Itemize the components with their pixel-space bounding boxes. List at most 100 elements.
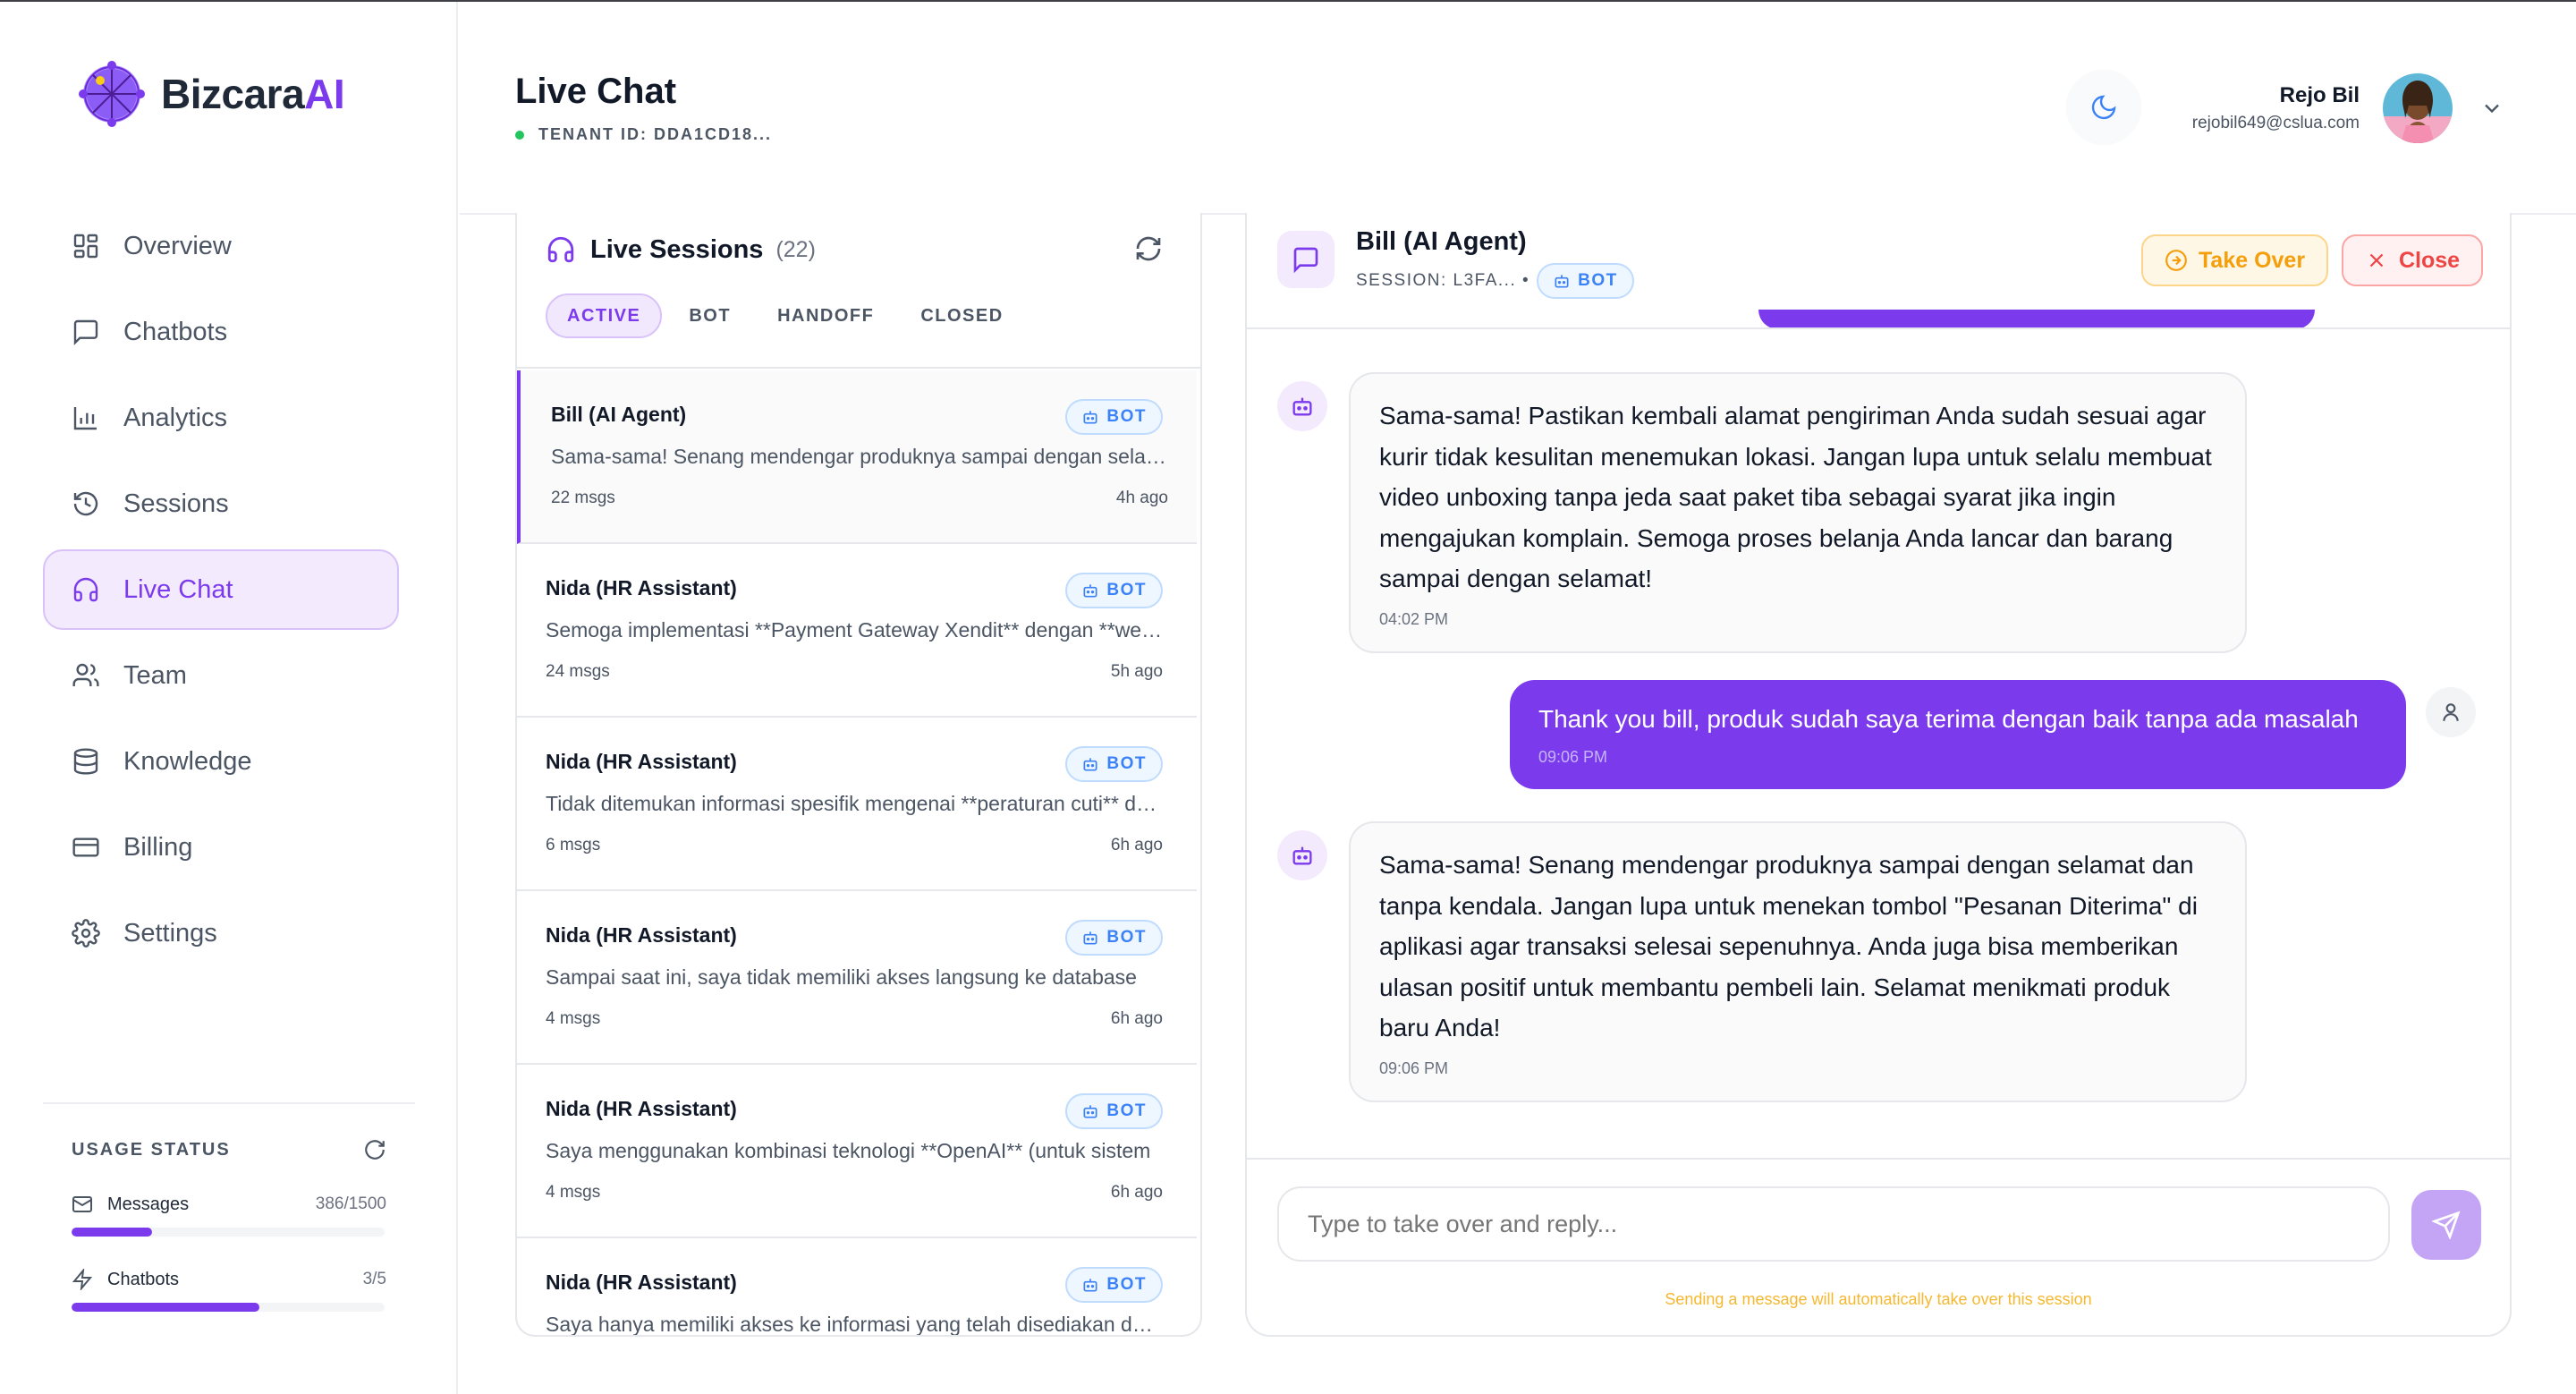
usage-messages: Messages 386/1500 bbox=[72, 1194, 386, 1237]
filter-active[interactable]: ACTIVE bbox=[546, 293, 663, 338]
usage-status: USAGE STATUS Messages 386/1500 Chatbots … bbox=[43, 1102, 415, 1312]
gear-icon bbox=[72, 919, 100, 948]
sidebar-item-settings[interactable]: Settings bbox=[43, 893, 399, 973]
sidebar-nav: Overview Chatbots Analytics Sessions Liv… bbox=[43, 206, 399, 979]
session-item[interactable]: Nida (HR Assistant) BOT Semoga implement… bbox=[517, 544, 1197, 718]
sessions-count: (22) bbox=[775, 236, 816, 262]
history-icon bbox=[73, 491, 98, 516]
bot-badge: BOT bbox=[1065, 573, 1163, 608]
sidebar: BizcaraAI Overview Chatbots Analytics Se… bbox=[0, 2, 458, 1394]
send-button[interactable] bbox=[2411, 1190, 2481, 1260]
takeover-hint: Sending a message will automatically tak… bbox=[1665, 1290, 2092, 1308]
bot-badge: BOT bbox=[1065, 1267, 1163, 1303]
message-text: Sama-sama! Senang mendengar produknya sa… bbox=[1379, 851, 2198, 1041]
bot-icon bbox=[1292, 846, 1312, 865]
tenant-id-text: TENANT ID: DDA1CD18... bbox=[538, 125, 773, 143]
filter-closed[interactable]: CLOSED bbox=[901, 293, 1022, 338]
bot-message: Sama-sama! Senang mendengar produknya sa… bbox=[1349, 821, 2247, 1102]
session-snippet: Tidak ditemukan informasi spesifik menge… bbox=[546, 792, 1163, 815]
refresh-icon[interactable] bbox=[1134, 234, 1163, 263]
usage-messages-count: 386/1500 bbox=[315, 1194, 386, 1213]
sidebar-item-overview[interactable]: Overview bbox=[43, 206, 399, 286]
session-id: SESSION: L3FA... • BOT bbox=[1356, 263, 1634, 299]
sidebar-item-analytics[interactable]: Analytics bbox=[43, 378, 399, 458]
session-item[interactable]: Nida (HR Assistant) BOT Saya menggunakan… bbox=[517, 1065, 1197, 1238]
bar-chart-icon bbox=[73, 407, 97, 430]
usage-messages-label: Messages bbox=[107, 1194, 190, 1214]
bot-badge: BOT bbox=[1065, 746, 1163, 782]
take-over-button[interactable]: Take Over bbox=[2141, 234, 2329, 286]
session-filters: ACTIVE BOT HANDOFF CLOSED bbox=[546, 293, 1030, 338]
message-square-icon bbox=[73, 319, 98, 345]
brand-logo[interactable]: BizcaraAI bbox=[75, 57, 345, 131]
usage-title: USAGE STATUS bbox=[72, 1139, 231, 1160]
sidebar-item-label: Knowledge bbox=[123, 746, 252, 776]
sidebar-item-label: Overview bbox=[123, 231, 232, 260]
users-icon bbox=[72, 663, 99, 686]
session-item[interactable]: Nida (HR Assistant) BOT Saya hanya memil… bbox=[517, 1238, 1197, 1335]
bot-badge: BOT bbox=[1065, 399, 1163, 435]
online-dot bbox=[515, 130, 524, 140]
message-square-icon bbox=[1293, 247, 1318, 274]
user-menu[interactable]: Rejo Bil rejobil649@cslua.com bbox=[2192, 73, 2504, 143]
session-item[interactable]: Bill (AI Agent) BOT Sama-sama! Senang me… bbox=[517, 370, 1197, 544]
session-item[interactable]: Nida (HR Assistant) BOT Sampai saat ini,… bbox=[517, 891, 1197, 1065]
session-time: 6h ago bbox=[1110, 1009, 1163, 1028]
sidebar-item-knowledge[interactable]: Knowledge bbox=[43, 721, 399, 802]
sidebar-item-team[interactable]: Team bbox=[43, 635, 399, 716]
sidebar-item-chatbots[interactable]: Chatbots bbox=[43, 292, 399, 372]
message-text: Sama-sama! Pastikan kembali alamat pengi… bbox=[1379, 402, 2212, 592]
brand-name: BizcaraAI bbox=[161, 71, 345, 117]
session-time: 4h ago bbox=[1115, 489, 1168, 507]
send-icon bbox=[2432, 1211, 2461, 1239]
session-item[interactable]: Nida (HR Assistant) BOT Tidak ditemukan … bbox=[517, 718, 1197, 891]
session-snippet: Semoga implementasi **Payment Gateway Xe… bbox=[546, 618, 1163, 642]
usage-chatbots-label: Chatbots bbox=[107, 1269, 180, 1289]
session-msg-count: 6 msgs bbox=[546, 836, 601, 854]
user-icon bbox=[2443, 703, 2459, 721]
bot-icon bbox=[1555, 275, 1569, 288]
live-sessions-panel: Live Sessions (22) ACTIVE BOT HANDOFF CL… bbox=[515, 213, 1202, 1337]
user-message: Thank you bill, produk sudah saya terima… bbox=[1510, 680, 2406, 789]
filter-handoff[interactable]: HANDOFF bbox=[758, 293, 894, 338]
session-msg-count: 24 msgs bbox=[546, 662, 610, 681]
bot-icon bbox=[1083, 411, 1097, 424]
session-time: 6h ago bbox=[1110, 836, 1163, 854]
user-avatar bbox=[2426, 687, 2476, 737]
usage-chatbots: Chatbots 3/5 bbox=[72, 1269, 386, 1312]
avatar-image bbox=[2383, 73, 2453, 143]
logo-icon bbox=[79, 61, 145, 127]
refresh-icon[interactable] bbox=[363, 1138, 386, 1161]
session-msg-count: 4 msgs bbox=[546, 1009, 601, 1028]
message-time: 04:02 PM bbox=[1379, 609, 1449, 628]
headset-icon bbox=[73, 577, 98, 602]
moon-icon bbox=[2091, 95, 2116, 120]
sidebar-item-live-chat[interactable]: Live Chat bbox=[43, 549, 399, 630]
headset-icon bbox=[547, 236, 574, 263]
message-time: 09:06 PM bbox=[1538, 748, 1608, 766]
reply-input[interactable] bbox=[1277, 1186, 2390, 1262]
bot-icon bbox=[1083, 1105, 1097, 1118]
sidebar-item-sessions[interactable]: Sessions bbox=[43, 463, 399, 544]
bot-icon bbox=[1083, 1279, 1097, 1292]
mail-icon bbox=[72, 1196, 92, 1212]
sessions-list: Bill (AI Agent) BOT Sama-sama! Senang me… bbox=[517, 370, 1200, 1335]
bot-message: Sama-sama! Pastikan kembali alamat pengi… bbox=[1349, 372, 2247, 653]
session-time: 6h ago bbox=[1110, 1183, 1163, 1202]
bot-icon bbox=[1083, 584, 1097, 598]
user-email: rejobil649@cslua.com bbox=[2191, 114, 2360, 132]
close-button[interactable]: Close bbox=[2342, 234, 2484, 286]
lightning-icon bbox=[72, 1269, 93, 1290]
sidebar-item-billing[interactable]: Billing bbox=[43, 807, 399, 888]
session-snippet: Saya menggunakan kombinasi teknologi **O… bbox=[546, 1139, 1151, 1162]
chevron-down-icon[interactable] bbox=[2479, 96, 2504, 121]
bot-avatar bbox=[1277, 381, 1327, 431]
avatar[interactable] bbox=[2383, 73, 2453, 143]
theme-toggle-button[interactable] bbox=[2066, 70, 2141, 145]
session-snippet: Sampai saat ini, saya tidak memiliki aks… bbox=[546, 965, 1137, 989]
top-header: Live Chat TENANT ID: DDA1CD18... Rejo Bi… bbox=[460, 2, 2576, 215]
message-time: 09:06 PM bbox=[1379, 1058, 1449, 1077]
filter-bot[interactable]: BOT bbox=[669, 293, 750, 338]
sidebar-item-label: Billing bbox=[123, 832, 193, 862]
sidebar-item-label: Chatbots bbox=[123, 317, 228, 346]
